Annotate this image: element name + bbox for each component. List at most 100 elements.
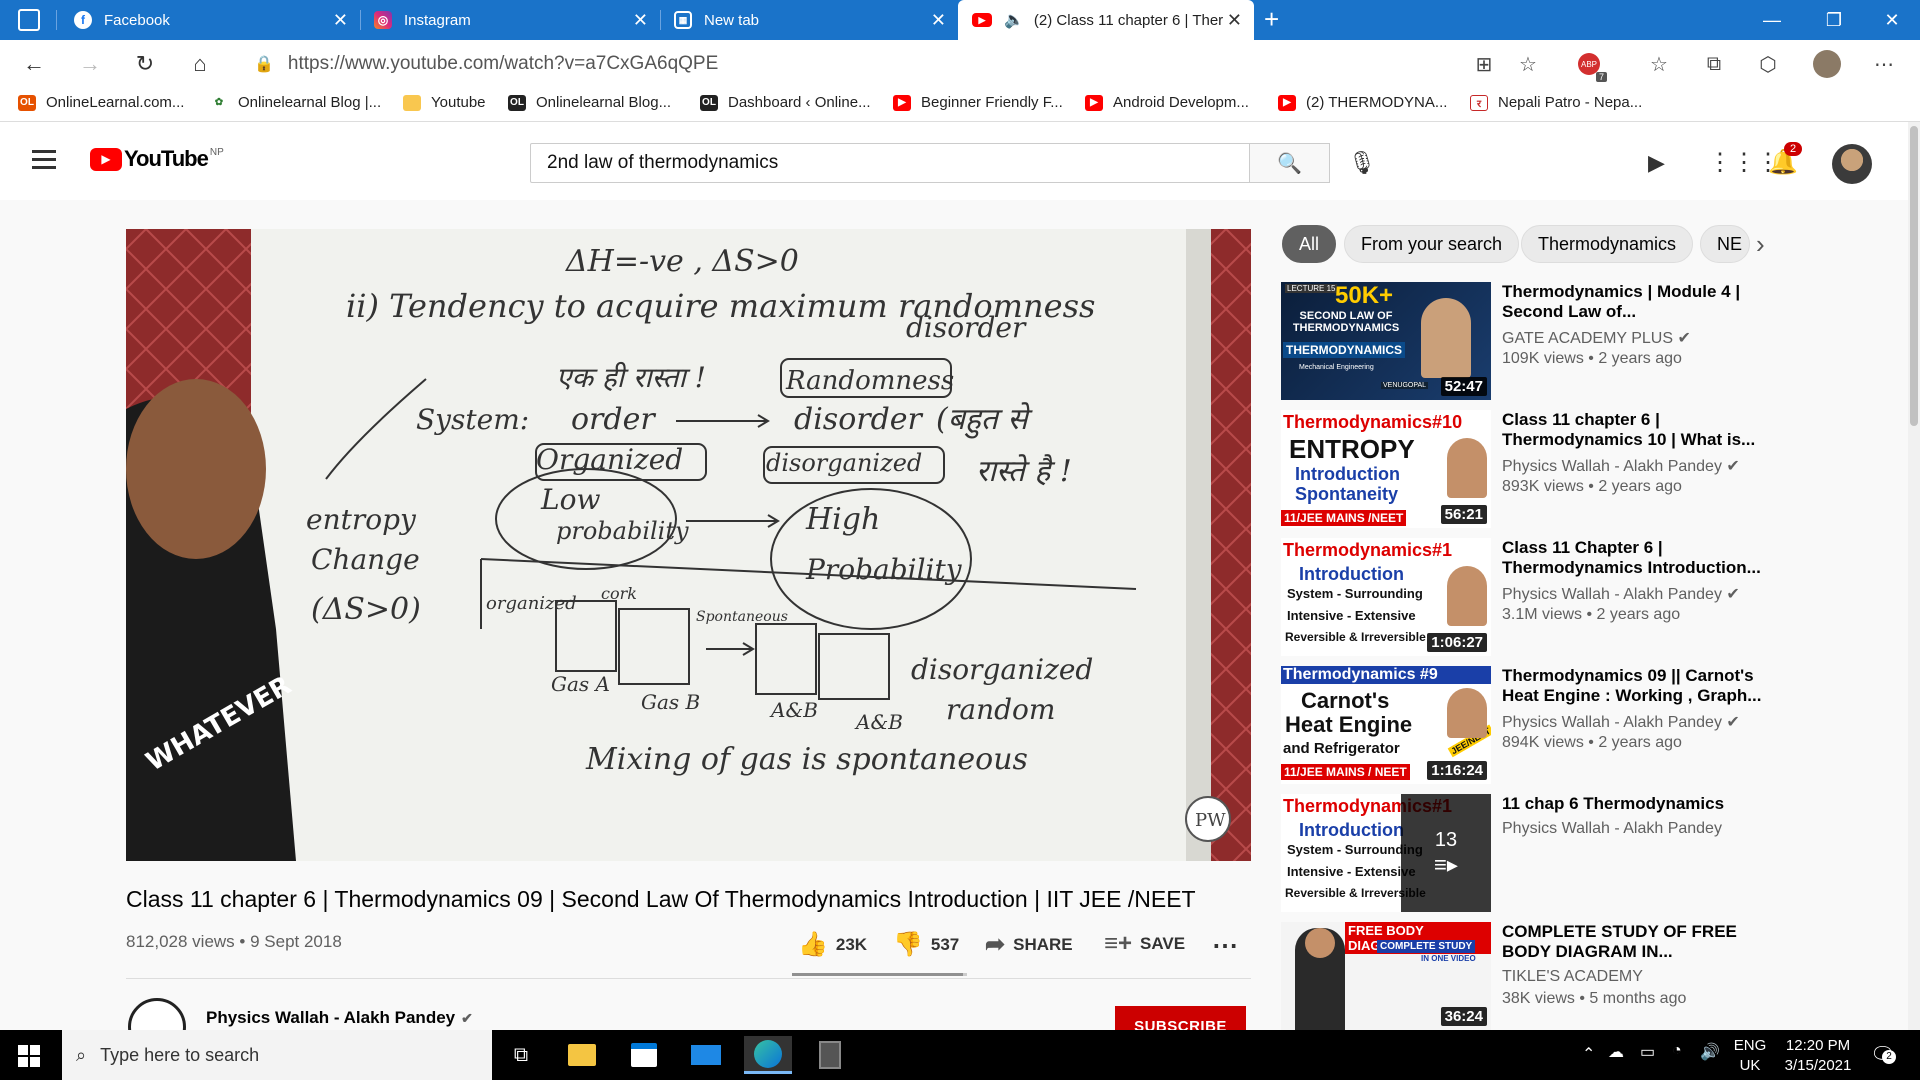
url-field[interactable]: 🔒 https://www.youtube.com/watch?v=a7CxGA… <box>250 45 1485 83</box>
back-button[interactable]: ← <box>18 48 50 80</box>
recommendation-item[interactable]: FREE BODY DIAGRAM COMPLETE STUDY IN ONE … <box>1281 922 1920 1030</box>
chip-thermodynamics[interactable]: Thermodynamics <box>1521 225 1694 263</box>
calculator-icon[interactable] <box>806 1036 854 1074</box>
channel-name[interactable]: Physics Wallah - Alakh Pandey ✔ <box>206 1008 473 1028</box>
bookmark-item[interactable]: ▶ Android Developm... <box>1085 94 1249 111</box>
chip-ne[interactable]: NE <box>1700 225 1750 263</box>
wifi-icon[interactable]: ◔ <box>1672 1042 1682 1060</box>
volume-icon[interactable]: 🔊 <box>1700 1042 1720 1062</box>
favorite-star-icon[interactable]: ☆ <box>1514 50 1542 78</box>
bookmark-item[interactable]: ▶ (2) THERMODYNA... <box>1278 94 1447 111</box>
more-menu-icon[interactable]: ⋯ <box>1870 50 1898 78</box>
save-button[interactable]: ≡+ SAVE <box>1104 930 1185 958</box>
search-input[interactable]: 2nd law of thermodynamics <box>530 143 1250 183</box>
favorites-icon[interactable]: ☆ <box>1645 50 1673 78</box>
search-button[interactable]: 🔍 <box>1250 143 1330 183</box>
tab-new-tab[interactable]: ▦ New tab ✕ <box>660 0 958 40</box>
collections-icon[interactable]: ⧉ <box>1700 50 1728 78</box>
store-icon[interactable] <box>620 1036 668 1074</box>
adblock-extension-icon[interactable]: ABP 7 <box>1575 50 1607 82</box>
rec-title[interactable]: 11 chap 6 Thermodynamics <box>1502 794 1762 814</box>
action-center-icon[interactable]: 🗨 2 <box>1870 1042 1896 1067</box>
bookmark-item[interactable]: OL Dashboard ‹ Online... <box>700 94 871 111</box>
chevron-right-icon[interactable]: › <box>1756 229 1765 260</box>
rec-channel[interactable]: Physics Wallah - Alakh Pandey ✔ <box>1502 456 1740 476</box>
tab-audio-icon[interactable]: 🔈 <box>1004 10 1024 30</box>
weather-icon[interactable]: ☁ <box>1608 1042 1624 1062</box>
recommendation-item[interactable]: LECTURE 15 50K+ SECOND LAW OF THERMODYNA… <box>1281 282 1920 400</box>
rec-title[interactable]: COMPLETE STUDY OF FREE BODY DIAGRAM IN..… <box>1502 922 1762 962</box>
bookmark-item[interactable]: र Nepali Patro - Nepa... <box>1470 94 1642 111</box>
tab-facebook[interactable]: f Facebook ✕ <box>60 0 360 40</box>
refresh-button[interactable]: ↻ <box>129 48 161 80</box>
bookmark-item[interactable]: OL OnlineLearnal.com... <box>18 94 184 111</box>
new-tab-button[interactable]: + <box>1264 4 1279 35</box>
video-player[interactable]: ΔH=-ve , ΔS>0 ii) Tendency to acquire ma… <box>126 229 1251 861</box>
profile-avatar[interactable] <box>1813 50 1841 78</box>
rec-channel[interactable]: Physics Wallah - Alakh Pandey <box>1502 820 1722 838</box>
home-button[interactable]: ⌂ <box>184 48 216 80</box>
bookmark-item[interactable]: Youtube <box>403 94 486 111</box>
like-dislike-bar <box>792 973 967 976</box>
rec-title[interactable]: Thermodynamics | Module 4 | Second Law o… <box>1502 282 1762 322</box>
task-view-icon[interactable]: ⧉ <box>497 1036 545 1074</box>
close-tab-icon[interactable]: ✕ <box>1227 10 1242 31</box>
playlist-item[interactable]: Thermodynamics#1 Introduction System - S… <box>1281 794 1920 912</box>
rec-title[interactable]: Thermodynamics 09 || Carnot's Heat Engin… <box>1502 666 1762 706</box>
rec-channel[interactable]: GATE ACADEMY PLUS ✔ <box>1502 328 1691 348</box>
apps-icon[interactable]: ⊞ <box>1470 50 1498 78</box>
edge-browser-icon[interactable] <box>744 1036 792 1074</box>
forward-button[interactable]: → <box>74 48 106 80</box>
tab-youtube-active[interactable]: ▶ 🔈 (2) Class 11 chapter 6 | Ther ✕ <box>958 0 1254 40</box>
taskbar-search-input[interactable]: ⌕ Type here to search <box>62 1030 492 1080</box>
notifications-bell-icon[interactable]: 🔔 2 <box>1768 142 1803 177</box>
close-window-button[interactable]: ✕ <box>1864 0 1920 40</box>
chip-from-your-search[interactable]: From your search <box>1344 225 1520 263</box>
close-tab-icon[interactable]: ✕ <box>333 10 348 31</box>
rec-title[interactable]: Class 11 Chapter 6 | Thermodynamics Intr… <box>1502 538 1762 578</box>
tab-instagram[interactable]: ◎ Instagram ✕ <box>360 0 660 40</box>
recommendation-item[interactable]: Thermodynamics #9 Carnot's Heat Engine a… <box>1281 666 1920 784</box>
video-thumbnail[interactable]: Thermodynamics#1 Introduction System - S… <box>1281 538 1491 656</box>
bookmark-item[interactable]: ✿ Onlinelearnal Blog |... <box>210 94 381 111</box>
microphone-icon[interactable]: 🎙 <box>1348 150 1376 176</box>
rec-channel[interactable]: Physics Wallah - Alakh Pandey ✔ <box>1502 712 1740 732</box>
rec-channel[interactable]: Physics Wallah - Alakh Pandey ✔ <box>1502 584 1740 604</box>
video-thumbnail[interactable]: Thermodynamics #9 Carnot's Heat Engine a… <box>1281 666 1491 784</box>
page-scrollbar[interactable] <box>1908 122 1920 1030</box>
language-indicator[interactable]: ENG UK <box>1730 1036 1770 1076</box>
battery-icon[interactable]: ▭ <box>1640 1042 1655 1062</box>
like-button[interactable]: 👍 23K <box>798 930 867 959</box>
clock[interactable]: 12:20 PM 3/15/2021 <box>1768 1036 1868 1076</box>
video-thumbnail[interactable]: Thermodynamics#10 ENTROPY Introduction S… <box>1281 410 1491 528</box>
more-actions-icon[interactable]: ⋯ <box>1212 930 1238 961</box>
extensions-icon[interactable]: ⬡ <box>1754 50 1782 78</box>
tab-actions-icon[interactable] <box>18 9 40 31</box>
bookmark-item[interactable]: ▶ Beginner Friendly F... <box>893 94 1063 111</box>
video-thumbnail[interactable]: LECTURE 15 50K+ SECOND LAW OF THERMODYNA… <box>1281 282 1491 400</box>
mail-icon[interactable] <box>682 1036 730 1074</box>
account-avatar[interactable] <box>1832 144 1872 184</box>
recommendation-item[interactable]: Thermodynamics#1 Introduction System - S… <box>1281 538 1920 656</box>
windows-start-icon[interactable] <box>18 1045 40 1067</box>
dislike-button[interactable]: 👎 537 <box>893 930 959 959</box>
board-text: disorganized <box>911 653 1093 686</box>
bookmark-item[interactable]: OL Onlinelearnal Blog... <box>508 94 671 111</box>
youtube-logo[interactable]: ▶ YouTube NP <box>90 146 224 172</box>
rec-channel[interactable]: TIKLE'S ACADEMY <box>1502 968 1643 986</box>
create-video-icon[interactable]: ▶ <box>1648 150 1665 176</box>
video-thumbnail[interactable]: FREE BODY DIAGRAM COMPLETE STUDY IN ONE … <box>1281 922 1491 1030</box>
rec-title[interactable]: Class 11 chapter 6 | Thermodynamics 10 |… <box>1502 410 1762 450</box>
maximize-button[interactable]: ❐ <box>1806 0 1862 40</box>
close-tab-icon[interactable]: ✕ <box>931 10 946 31</box>
show-hidden-icons[interactable]: ⌃ <box>1582 1044 1595 1064</box>
scrollbar-thumb[interactable] <box>1910 126 1918 426</box>
close-tab-icon[interactable]: ✕ <box>633 10 648 31</box>
playlist-thumbnail[interactable]: Thermodynamics#1 Introduction System - S… <box>1281 794 1491 912</box>
minimize-button[interactable]: — <box>1744 0 1800 40</box>
chip-all[interactable]: All <box>1282 225 1337 263</box>
recommendation-item[interactable]: Thermodynamics#10 ENTROPY Introduction S… <box>1281 410 1920 528</box>
share-button[interactable]: ➦ SHARE <box>985 930 1073 959</box>
file-explorer-icon[interactable] <box>558 1036 606 1074</box>
hamburger-menu-icon[interactable] <box>32 150 56 170</box>
